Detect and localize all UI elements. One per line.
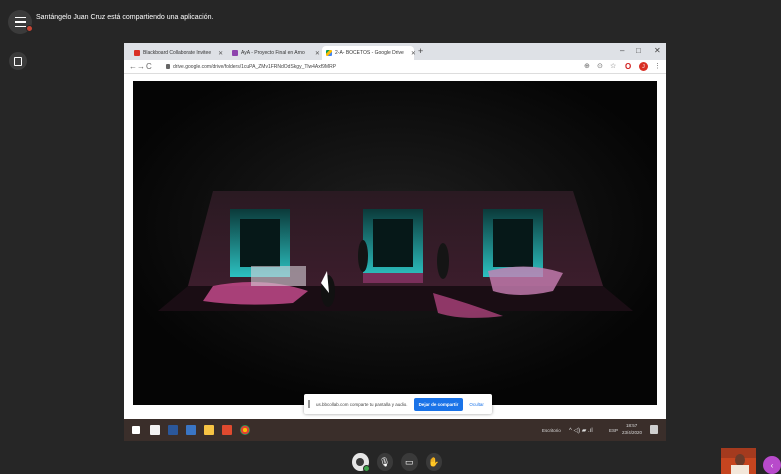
new-tab-button[interactable]: + — [418, 46, 423, 56]
captions-icon[interactable] — [9, 52, 27, 70]
drive-icon — [326, 50, 332, 56]
session-menu-button[interactable] — [8, 10, 33, 34]
store-icon[interactable] — [150, 425, 160, 435]
maximize-button[interactable]: □ — [636, 46, 641, 55]
photos-icon[interactable] — [186, 425, 196, 435]
collaborate-panel-button[interactable]: ‹ — [763, 456, 781, 474]
zoom-icon[interactable]: ⊙ — [597, 62, 603, 70]
windows-taskbar: Escritorio ^ ◁) ▰ .ıl ESP 18:57 23/4/202… — [124, 419, 666, 441]
hide-notice-button[interactable]: Ocultar — [469, 402, 484, 407]
status-indicator — [362, 465, 370, 472]
powerpoint-icon[interactable] — [222, 425, 232, 435]
file-explorer-icon[interactable] — [204, 425, 214, 435]
share-notice-text: us.bbcollab.com comparte tu pantalla y a… — [316, 401, 408, 407]
minimize-button[interactable]: – — [620, 46, 624, 55]
shared-browser-window: Blackboard Collaborate Invitee ✕ AyA - P… — [124, 43, 666, 441]
close-tab-icon[interactable]: ✕ — [218, 50, 223, 57]
desktop-label[interactable]: Escritorio — [542, 428, 561, 433]
clock-time[interactable]: 18:57 — [626, 423, 637, 428]
share-status-message: Santángelo Juan Cruz está compartiendo u… — [36, 14, 214, 21]
tab-aya-proyecto[interactable]: AyA - Proyecto Final en Arno ✕ — [228, 46, 320, 60]
forward-arrow-icon[interactable]: → — [137, 62, 145, 71]
participant-video-thumbnail[interactable] — [721, 448, 756, 474]
reload-icon[interactable]: C — [146, 62, 152, 71]
notification-dot — [26, 25, 33, 32]
chrome-icon[interactable] — [240, 425, 250, 435]
participant-video — [721, 448, 756, 474]
collaborate-session: Santángelo Juan Cruz está compartiendo u… — [0, 0, 781, 474]
tab-label: AyA - Proyecto Final en Arno — [241, 50, 305, 56]
menu-icon-line — [14, 21, 26, 23]
gmail-icon — [134, 50, 140, 56]
tab-google-drive[interactable]: 2-A- BOCETOS - Google Drive ✕ — [322, 46, 416, 60]
screen-share-notice: us.bbcollab.com comparte tu pantalla y a… — [304, 394, 492, 414]
session-controls: 🎙 ▭ ✋ — [352, 452, 442, 472]
close-window-button[interactable]: ✕ — [654, 46, 661, 55]
bookmark-star-icon[interactable]: ☆ — [610, 62, 616, 70]
image-preview — [133, 81, 657, 405]
browser-toolbar: ← → C drive.google.com/drive/folders/1cu… — [124, 60, 666, 74]
raise-hand-icon[interactable]: ✋ — [425, 453, 442, 471]
microphone-off-icon[interactable]: 🎙 — [376, 453, 393, 471]
my-status-avatar[interactable] — [352, 453, 370, 472]
tab-label: 2-A- BOCETOS - Google Drive — [335, 50, 404, 56]
classroom-icon — [232, 50, 238, 56]
notifications-icon[interactable] — [650, 425, 658, 434]
stop-sharing-button[interactable]: Dejar de compartir — [413, 397, 464, 411]
drag-handle-icon[interactable] — [308, 400, 310, 408]
lock-icon — [166, 64, 170, 69]
tab-label: Blackboard Collaborate Invitee — [143, 50, 212, 56]
word-icon[interactable] — [168, 425, 178, 435]
address-bar[interactable]: drive.google.com/drive/folders/1cuPA_ZMv… — [166, 61, 566, 72]
start-button-icon[interactable] — [132, 426, 140, 434]
close-tab-icon[interactable]: ✕ — [315, 50, 320, 57]
top-bar: Santángelo Juan Cruz está compartiendo u… — [0, 0, 781, 40]
render-sketch-image — [133, 81, 657, 405]
close-tab-icon[interactable]: ✕ — [411, 50, 416, 57]
menu-icon-line — [14, 16, 26, 19]
language-indicator[interactable]: ESP — [609, 428, 618, 433]
camera-off-icon[interactable]: ▭ — [401, 453, 418, 471]
cast-icon[interactable]: ⊕ — [584, 62, 590, 70]
tab-strip: Blackboard Collaborate Invitee ✕ AyA - P… — [124, 43, 666, 60]
profile-avatar[interactable]: J — [639, 62, 648, 71]
url-text: drive.google.com/drive/folders/1cuPA_ZMv… — [173, 63, 337, 70]
clock-date[interactable]: 23/4/2020 — [622, 430, 642, 435]
kebab-menu-icon[interactable]: ⋮ — [654, 62, 661, 70]
menu-icon-line — [14, 25, 26, 28]
opera-extension-icon[interactable]: O — [625, 62, 631, 71]
system-tray-icons[interactable]: ^ ◁) ▰ .ıl — [569, 427, 593, 434]
user-icon — [356, 458, 365, 466]
back-arrow-icon[interactable]: ← — [129, 62, 137, 71]
tab-blackboard[interactable]: Blackboard Collaborate Invitee ✕ — [130, 46, 226, 60]
